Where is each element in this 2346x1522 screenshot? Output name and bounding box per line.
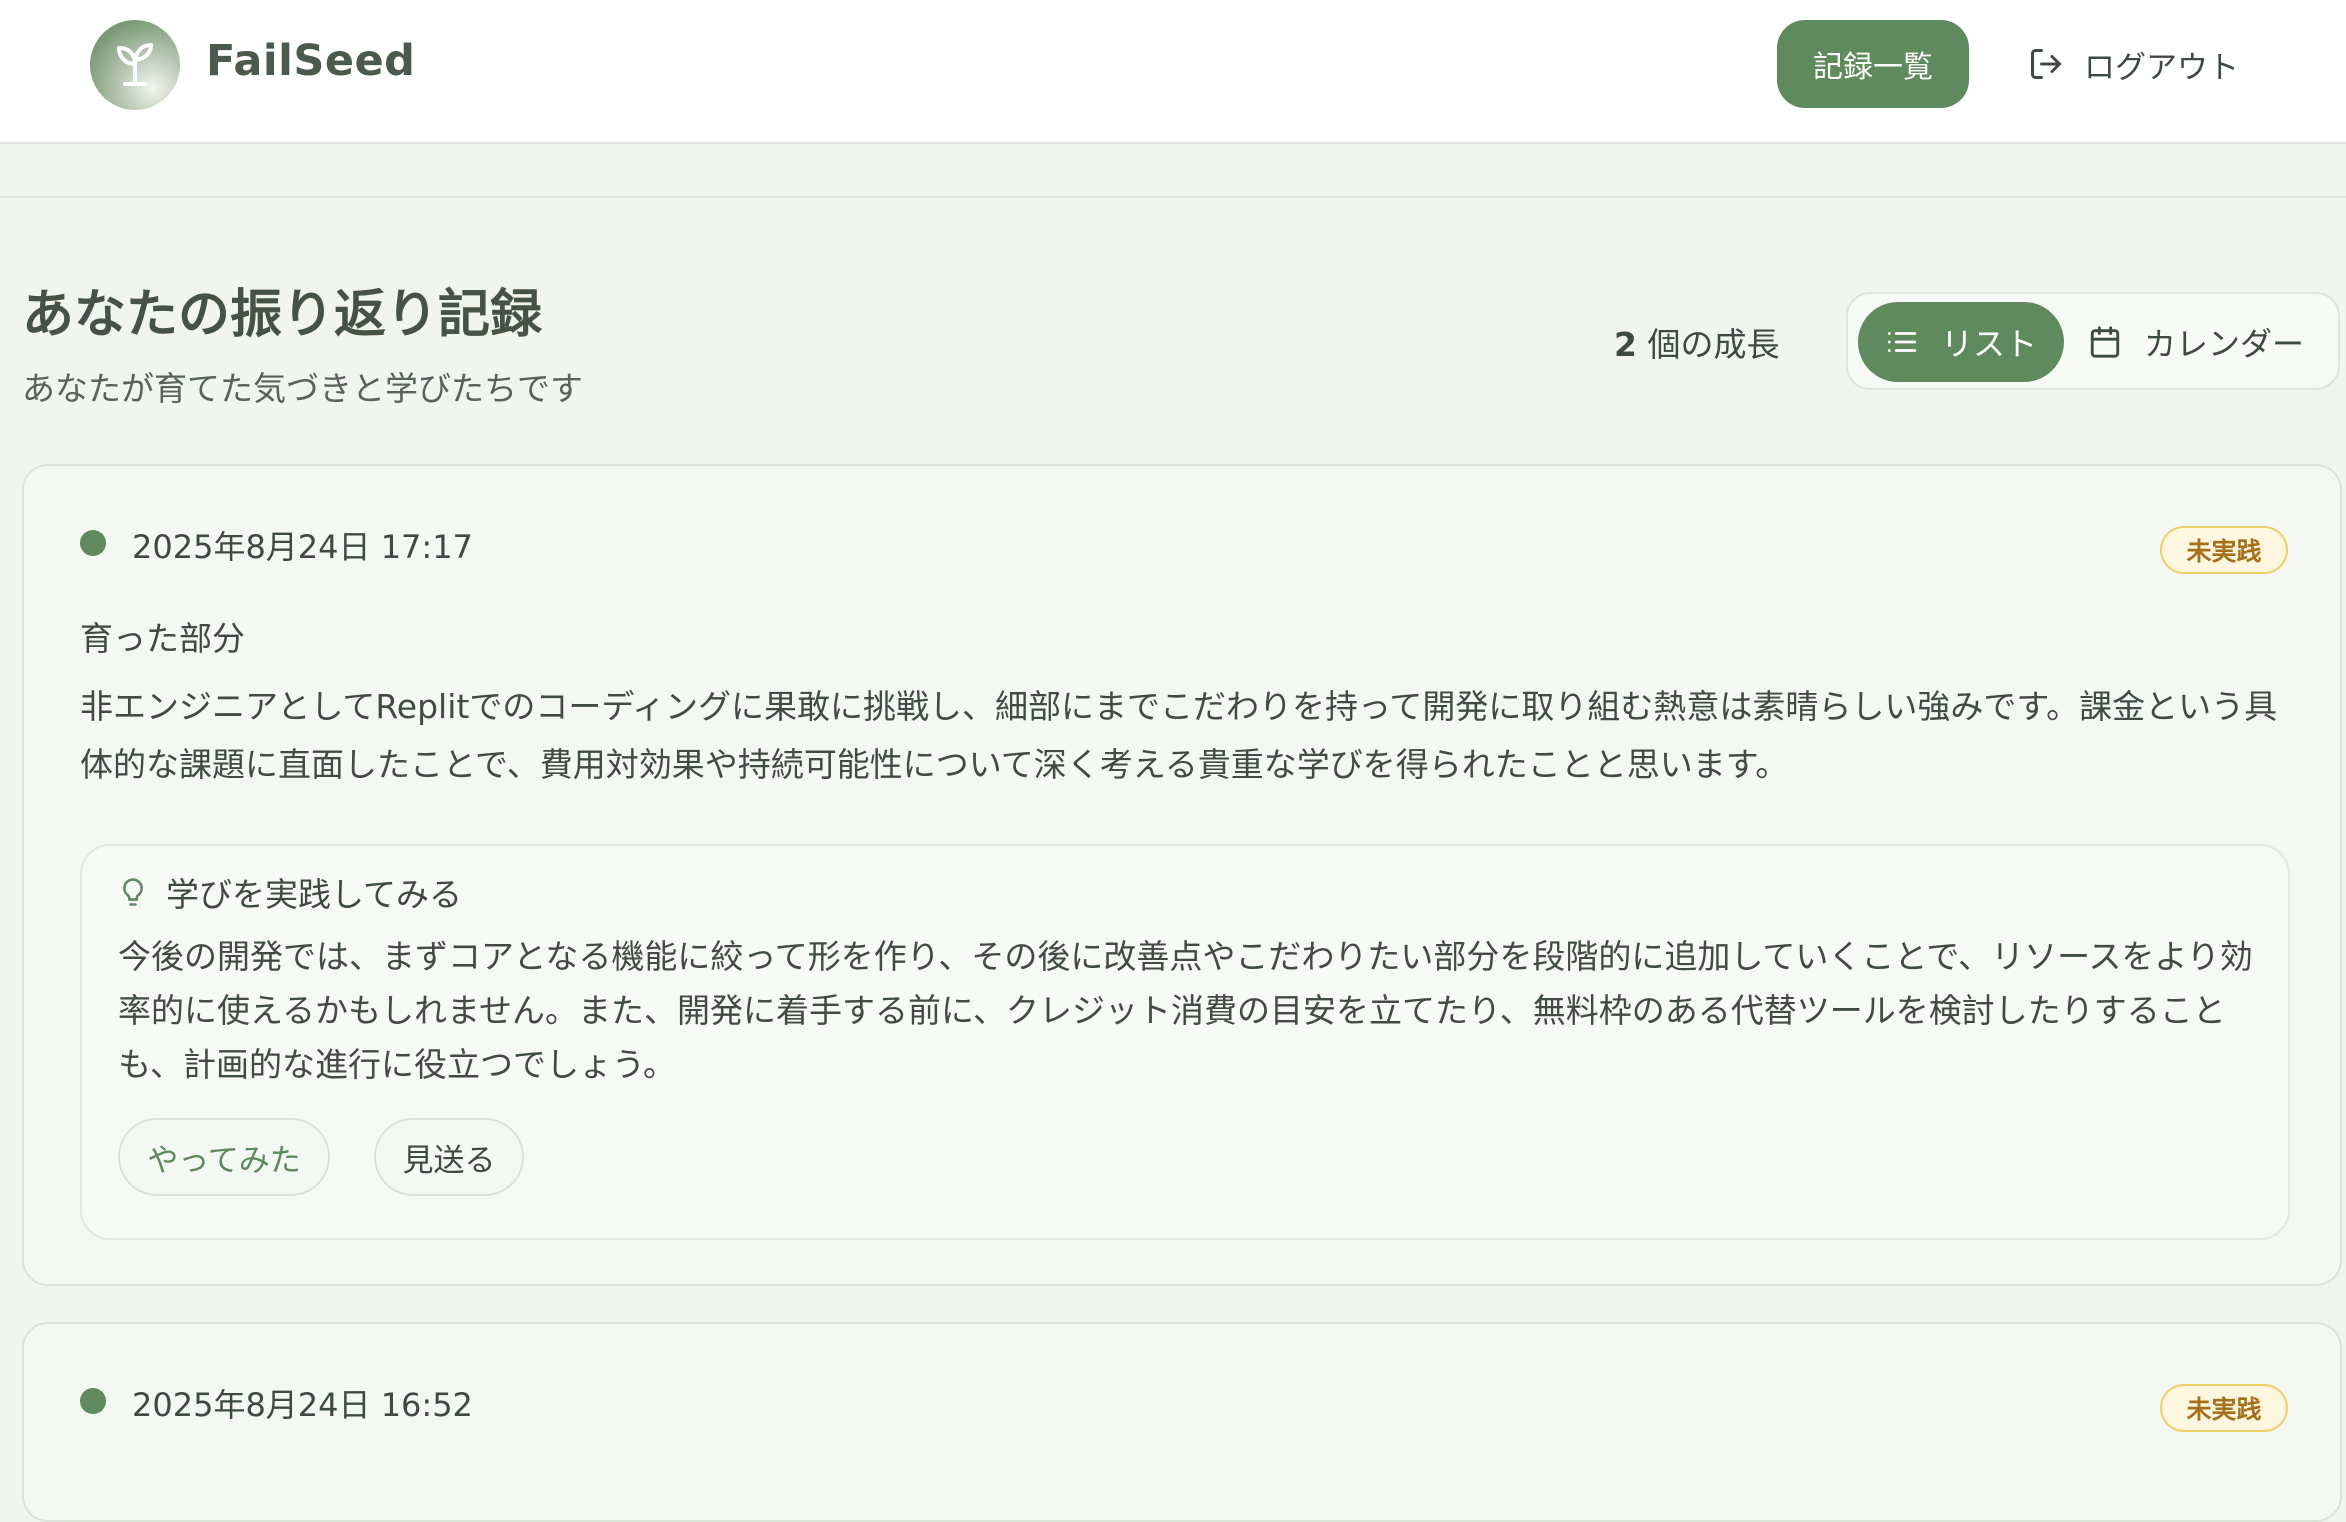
- status-badge: 未実践: [2160, 1384, 2288, 1432]
- record-date: 2025年8月24日 17:17: [132, 528, 473, 566]
- growth-count-number: 2: [1614, 325, 1637, 364]
- lightbulb-icon: [123, 878, 143, 906]
- app-header: FailSeed 記録一覧 ログアウト: [0, 0, 2346, 144]
- logout-button[interactable]: ログアウト: [2028, 20, 2239, 108]
- brand-name[interactable]: FailSeed: [206, 36, 415, 86]
- list-icon: [1887, 332, 1917, 352]
- practice-text: 今後の開発では、まずコアとなる機能に絞って形を作り、その後に改善点やこだわりたい…: [118, 937, 2253, 1084]
- status-dot: [80, 1388, 106, 1414]
- divider: [0, 196, 2346, 198]
- section-label: 育った部分: [80, 619, 245, 658]
- growth-count-label: 個の成長: [1636, 325, 1780, 364]
- page-subtitle: あなたが育てた気づきと学びたちです: [22, 369, 583, 408]
- records-list-button[interactable]: 記録一覧: [1777, 20, 1969, 108]
- calendar-icon: [2090, 326, 2120, 358]
- record-card: 2025年8月24日 16:52 未実践: [22, 1322, 2342, 1522]
- view-toggle: リスト カレンダー: [1846, 292, 2340, 390]
- growth-count: 2 個の成長: [1614, 318, 1779, 366]
- logo[interactable]: [90, 20, 180, 110]
- calendar-view-label: カレンダー: [2144, 325, 2305, 363]
- status-dot: [80, 530, 106, 556]
- list-view-button[interactable]: リスト: [1858, 302, 2064, 382]
- practice-card: 学びを実践してみる 今後の開発では、まずコアとなる機能に絞って形を作り、その後に…: [80, 844, 2290, 1240]
- skip-button[interactable]: 見送る: [374, 1118, 524, 1196]
- practice-heading: 学びを実践してみる: [166, 875, 463, 914]
- page-title: あなたの振り返り記録: [22, 285, 543, 345]
- logout-label: ログアウト: [2084, 49, 2239, 86]
- list-view-label: リスト: [1940, 325, 2037, 363]
- logout-icon: [2031, 49, 2061, 79]
- sprout-icon: [117, 43, 153, 86]
- record-card: 2025年8月24日 17:17 未実践 育った部分 非エンジニアとしてRepl…: [22, 464, 2342, 1286]
- practice-header: 学びを実践してみる: [118, 868, 462, 916]
- status-badge: 未実践: [2160, 526, 2288, 574]
- tried-button[interactable]: やってみた: [118, 1118, 330, 1196]
- growth-text: 非エンジニアとしてReplitでのコーディングに果敢に挑戦し、細部にまでこだわり…: [80, 687, 2278, 784]
- calendar-view-button[interactable]: カレンダー: [2088, 302, 2332, 382]
- record-date: 2025年8月24日 16:52: [132, 1386, 473, 1424]
